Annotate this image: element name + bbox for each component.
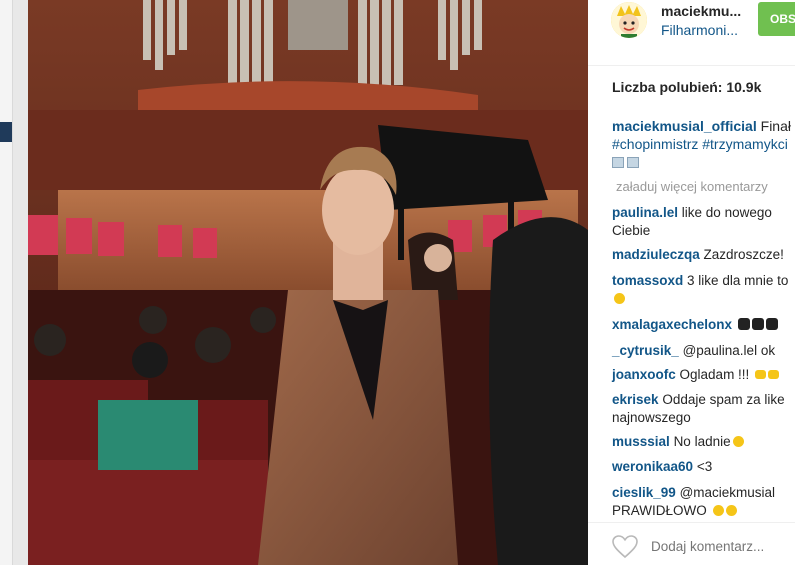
comment-username[interactable]: cieslik_99 <box>612 485 676 500</box>
hands-emoji-icon <box>765 318 778 330</box>
post-header: maciekmu... Filharmoni... OBS <box>588 0 795 66</box>
avatar[interactable] <box>611 2 647 38</box>
comment-text: @paulina.lel ok <box>682 343 776 358</box>
page-edge <box>0 0 28 565</box>
comment-item: musssial No ladnie <box>612 433 744 451</box>
smile-emoji-icon <box>732 436 744 447</box>
audience-member-green <box>98 400 198 470</box>
comment-item: paulina.lel like do nowego Ciebie <box>612 204 772 240</box>
concert-hall-photo <box>28 0 588 565</box>
smile-emoji-icon <box>712 505 724 516</box>
comment-username[interactable]: musssial <box>612 434 670 449</box>
person-right <box>489 217 588 565</box>
likes-summary[interactable]: Liczba polubień: 10.9k <box>612 79 761 95</box>
comment-username[interactable]: weronikaa60 <box>612 459 693 474</box>
caption-username[interactable]: maciekmusial_official <box>612 118 757 134</box>
likes-count: 10.9k <box>726 79 762 95</box>
comment-text: Oddaje spam za like <box>662 392 785 407</box>
comment-username[interactable]: joanxoofc <box>612 367 676 382</box>
likes-label: Liczba polubień: <box>612 79 723 95</box>
load-more-comments-link[interactable]: załaduj więcej komentarzy <box>616 179 768 194</box>
page-edge-tab <box>0 122 12 142</box>
post-sidebar: maciekmu... Filharmoni... OBS Liczba pol… <box>588 0 795 565</box>
post-username[interactable]: maciekmu... <box>661 3 741 19</box>
comment-username[interactable]: xmalagaxechelonx <box>612 317 732 332</box>
tv-emoji-icon <box>627 157 639 168</box>
comment-text: 3 like dla mnie to <box>687 273 789 288</box>
comment-item: madziuleczqa Zazdroszcze! <box>612 246 784 264</box>
comment-username[interactable]: madziuleczqa <box>612 247 700 262</box>
comment-text: No ladnie <box>673 434 731 449</box>
comment-item: weronikaa60 <3 <box>612 458 712 476</box>
comment-text: like do nowego <box>681 205 772 220</box>
comment-footer <box>588 522 795 565</box>
hands-emoji-icon <box>737 318 750 330</box>
comment-username[interactable]: ekrisek <box>612 392 659 407</box>
post-caption: maciekmusial_official Finał #chopinmistr… <box>612 117 795 171</box>
avatar-image <box>611 2 647 38</box>
comment-item: _cytrusik_ @paulina.lel ok <box>612 342 775 360</box>
caption-hashtags[interactable]: #chopinmistrz #trzymamykci <box>612 135 795 153</box>
smile-emoji-icon <box>614 293 625 304</box>
heart-icon[interactable] <box>612 535 638 559</box>
comment-text-continued: najnowszego <box>612 410 691 425</box>
add-comment-input[interactable] <box>651 539 791 554</box>
hands-emoji-icon <box>751 318 764 330</box>
post-photo[interactable] <box>28 0 588 565</box>
comment-item: joanxoofc Ogladam !!! <box>612 366 780 384</box>
comment-item: tomassoxd 3 like dla mnie to <box>612 272 788 308</box>
man-face <box>322 165 394 255</box>
caption-text: Finał <box>760 118 791 134</box>
follow-button[interactable]: OBS <box>758 2 795 36</box>
comment-text-continued: Ciebie <box>612 223 651 238</box>
post-location[interactable]: Filharmoni... <box>661 22 738 38</box>
comment-text: @maciekmusial <box>679 485 776 500</box>
caption-emojis <box>612 153 795 171</box>
comment-text: Zazdroszcze! <box>703 247 784 262</box>
comment-item: ekrisek Oddaje spam za like najnowszego <box>612 391 785 427</box>
comment-item: xmalagaxechelonx <box>612 316 778 334</box>
comment-username[interactable]: paulina.lel <box>612 205 678 220</box>
tv-emoji-icon <box>612 157 624 168</box>
comment-item: cieslik_99 @maciekmusial PRAWIDŁOWO <box>612 484 775 520</box>
smile-emoji-icon <box>725 505 737 516</box>
comment-username[interactable]: tomassoxd <box>612 273 683 288</box>
comment-text: <3 <box>696 459 713 474</box>
clap-emoji-icon <box>768 370 780 379</box>
comment-text: Ogladam !!! <box>679 367 750 382</box>
comment-username[interactable]: _cytrusik_ <box>612 343 679 358</box>
comment-text-continued: PRAWIDŁOWO <box>612 503 707 518</box>
page-edge-shadow <box>12 0 28 565</box>
clap-emoji-icon <box>755 370 767 379</box>
